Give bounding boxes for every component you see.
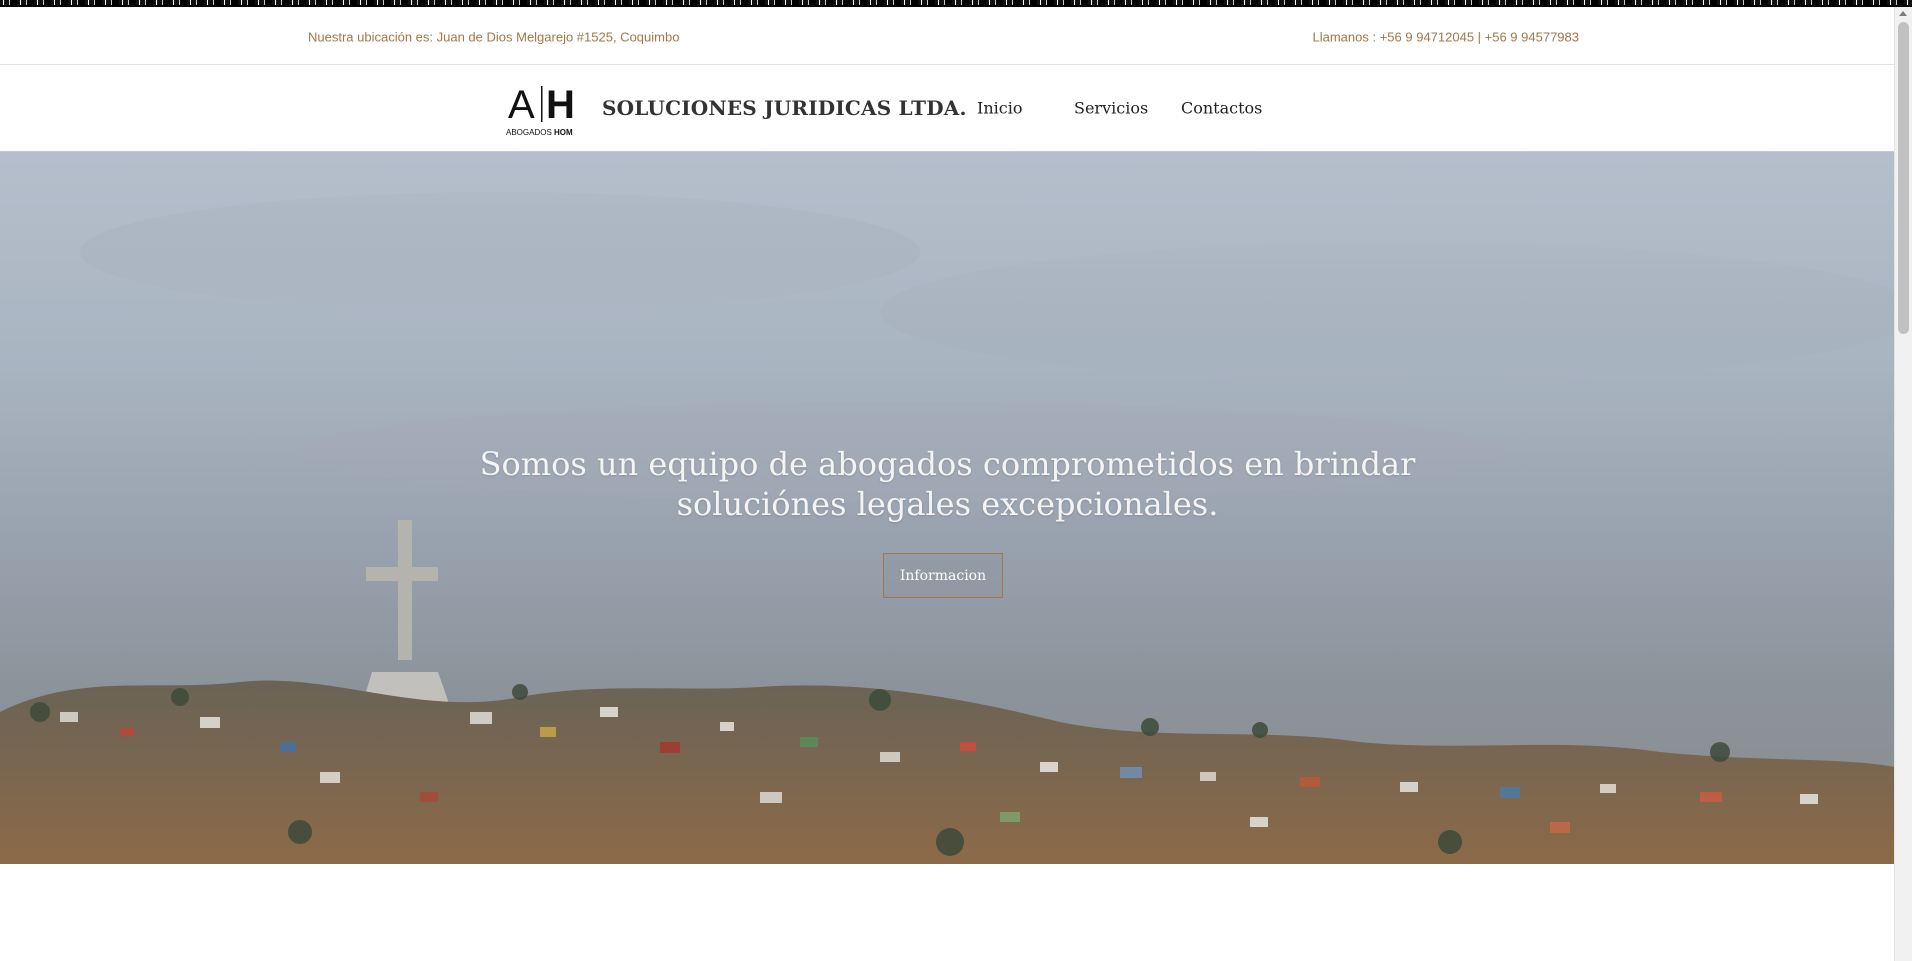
svg-text:A: A bbox=[508, 83, 535, 127]
top-info-bar: Nuestra ubicación es: Juan de Dios Melga… bbox=[0, 7, 1895, 65]
hero-headline: Somos un equipo de abogados comprometido… bbox=[0, 444, 1895, 524]
nav-servicios[interactable]: Servicios bbox=[1074, 99, 1148, 118]
scrollbar-thumb[interactable] bbox=[1898, 22, 1909, 334]
logo-caption: ABOGADOS HOM bbox=[506, 128, 573, 137]
hero-banner: Somos un equipo de abogados comprometido… bbox=[0, 152, 1895, 864]
hero-headline-line1: Somos un equipo de abogados comprometido… bbox=[479, 445, 1416, 483]
vertical-scrollbar[interactable] bbox=[1894, 7, 1912, 961]
location-text: Nuestra ubicación es: Juan de Dios Melga… bbox=[308, 29, 680, 45]
nav-inicio[interactable]: Inicio bbox=[977, 99, 1022, 118]
main-navbar: A H ABOGADOS HOM SOLUCIONES JURIDICAS LT… bbox=[0, 65, 1895, 152]
brand-name[interactable]: SOLUCIONES JURIDICAS LTDA. bbox=[602, 96, 967, 120]
svg-text:H: H bbox=[546, 83, 575, 127]
ah-logo[interactable]: A H ABOGADOS HOM bbox=[506, 82, 582, 138]
browser-top-strip bbox=[0, 0, 1912, 7]
phone-numbers[interactable]: Llamanos : +56 9 94712045 | +56 9 945779… bbox=[1313, 30, 1580, 45]
nav-contactos[interactable]: Contactos bbox=[1181, 99, 1262, 118]
informacion-button[interactable]: Informacion bbox=[883, 553, 1003, 598]
hero-headline-line2: soluciónes legales excepcionales. bbox=[676, 485, 1219, 523]
scroll-up-arrow-icon[interactable] bbox=[1899, 11, 1907, 16]
